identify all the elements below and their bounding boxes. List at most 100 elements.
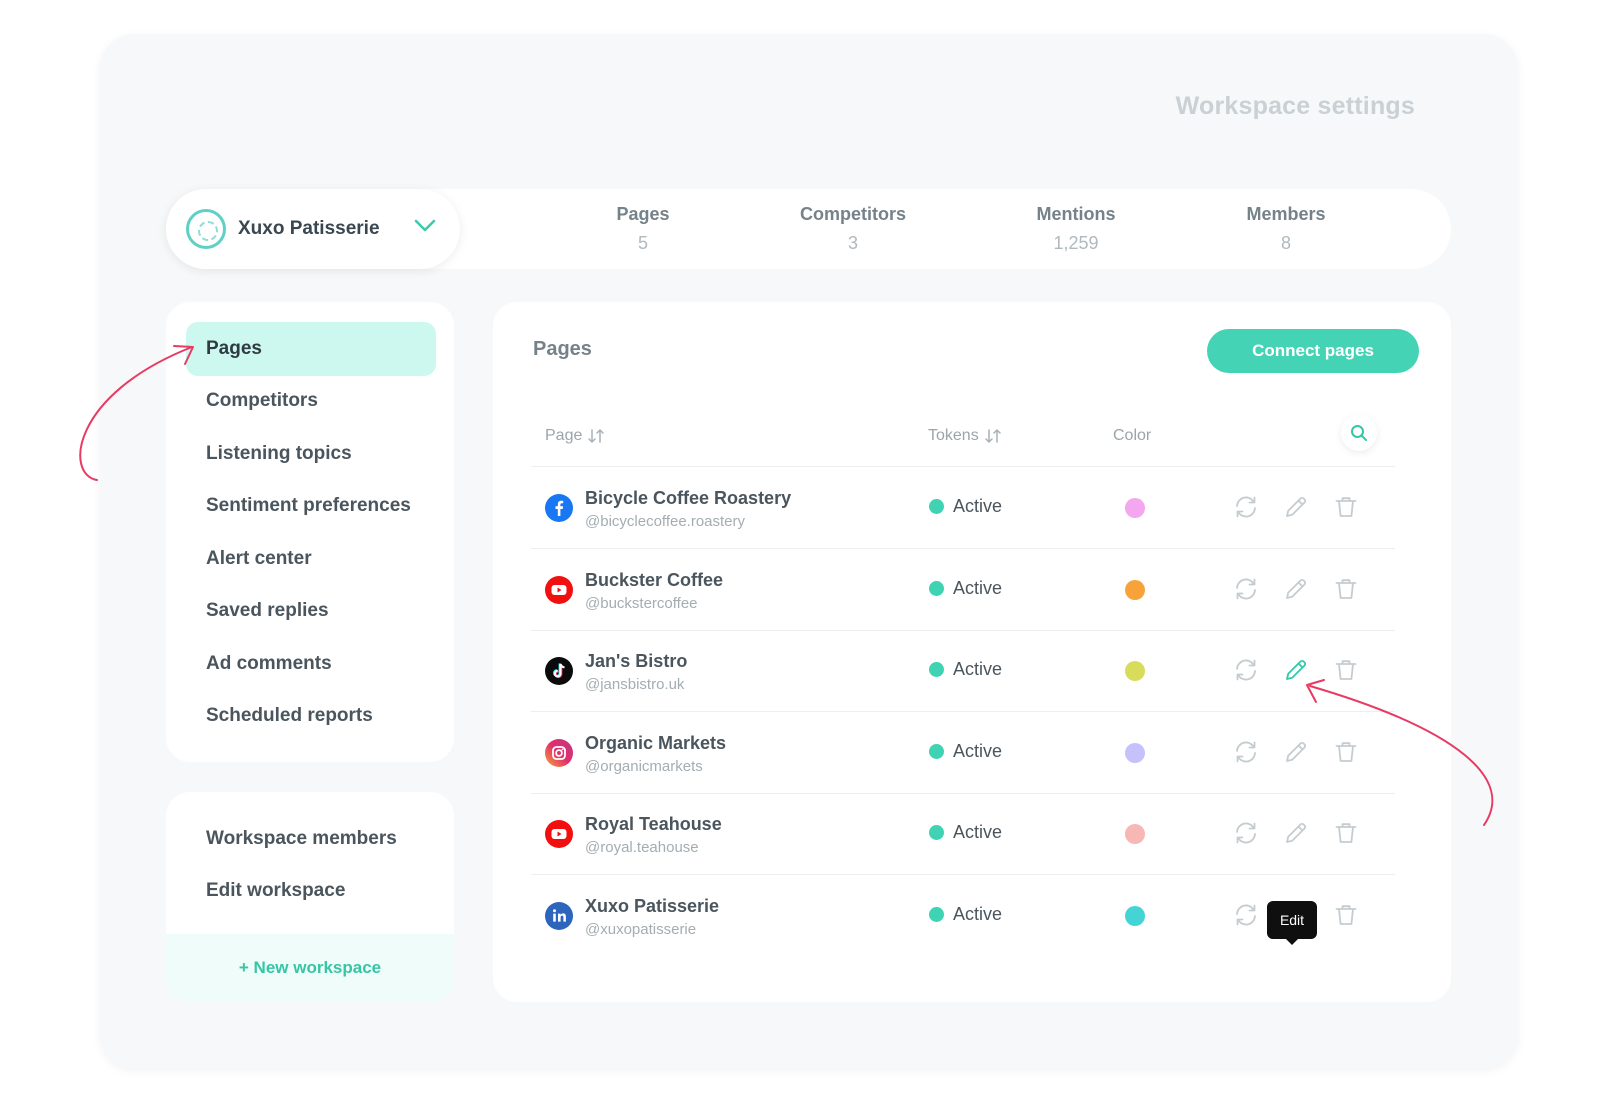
delete-button[interactable] — [1331, 818, 1361, 848]
table-row: Bicycle Coffee Roastery @bicyclecoffee.ro… — [531, 467, 1395, 549]
search-button[interactable] — [1341, 415, 1377, 451]
page-handle: @royal.teahouse — [585, 839, 699, 856]
status-label: Active — [953, 496, 1003, 516]
refresh-button[interactable] — [1231, 574, 1261, 604]
refresh-icon — [1236, 741, 1256, 762]
refresh-icon — [1236, 496, 1256, 518]
trash-icon — [1335, 904, 1357, 925]
linkedin-icon — [545, 901, 573, 930]
pencil-icon — [1286, 741, 1307, 762]
delete-button[interactable] — [1331, 655, 1361, 685]
facebook-icon — [545, 494, 573, 522]
refresh-button[interactable] — [1231, 737, 1261, 767]
page-handle: @xuxopatisserie — [585, 920, 697, 938]
refresh-button[interactable] — [1231, 492, 1261, 522]
edit-button[interactable] — [1281, 655, 1311, 685]
status-dot — [929, 662, 944, 677]
menu-item-workspace-members[interactable]: Workspace members — [186, 812, 436, 866]
connect-pages-button[interactable]: Connect pages — [1207, 329, 1419, 373]
color-swatch[interactable] — [1125, 579, 1145, 600]
status-label: Active — [953, 822, 1003, 842]
page-handle: @organicmarkets — [585, 757, 703, 775]
table-row: Royal Teahouse @royal.teahouse Active — [531, 793, 1395, 875]
status-dot — [929, 499, 944, 514]
pencil-icon — [1286, 822, 1307, 843]
status-badge: Active — [929, 496, 1002, 517]
delete-button[interactable] — [1331, 737, 1361, 767]
edit-button[interactable] — [1281, 492, 1311, 522]
color-swatch[interactable] — [1125, 905, 1145, 926]
status-dot — [929, 580, 944, 596]
tiktok-icon — [545, 657, 573, 685]
trash-icon — [1335, 660, 1357, 680]
edit-button[interactable] — [1281, 574, 1311, 604]
page-title: Workspace settings — [1175, 92, 1415, 120]
trash-icon — [1335, 823, 1357, 843]
refresh-button[interactable] — [1231, 818, 1261, 848]
menu-item-pages[interactable]: Pages — [186, 322, 436, 376]
status-dot — [929, 825, 944, 840]
settings-menu: Pages Competitors Listening topics Senti… — [166, 302, 454, 762]
page-handle: @jansbistro.uk — [585, 676, 685, 693]
settings-panel: Workspace settings Xuxo Patisserie Pages… — [100, 34, 1518, 1068]
page-handle: @bucks­tercoffee — [585, 594, 698, 612]
status-label: Active — [953, 659, 1003, 679]
chevron-down-icon — [414, 219, 436, 232]
search-icon — [1351, 425, 1367, 441]
delete-button[interactable] — [1331, 574, 1361, 604]
refresh-icon — [1236, 904, 1256, 925]
sort-icon — [984, 429, 1001, 443]
refresh-button[interactable] — [1231, 655, 1261, 685]
delete-button[interactable] — [1331, 492, 1361, 522]
column-header-color: Color — [1113, 427, 1152, 444]
workspace-selector[interactable]: Xuxo Patisserie — [166, 189, 460, 269]
menu-item-scheduled-reports[interactable]: Scheduled reports — [186, 689, 436, 743]
pages-panel: Pages Connect pages Page Tokens Color Bi… — [493, 302, 1451, 1002]
menu-item-alert-center[interactable]: Alert center — [186, 532, 436, 586]
refresh-icon — [1236, 578, 1256, 599]
status-label: Active — [953, 903, 1003, 924]
column-header-tokens[interactable]: Tokens — [928, 427, 1001, 445]
color-swatch[interactable] — [1125, 824, 1145, 844]
page-name: Organic Markets — [585, 732, 727, 753]
color-swatch[interactable] — [1125, 661, 1145, 681]
page-name: Xuxo Patisserie — [585, 895, 720, 916]
menu-item-ad-comments[interactable]: Ad comments — [186, 637, 436, 691]
instagram-icon — [545, 738, 573, 767]
new-workspace-button[interactable]: + New workspace — [166, 934, 454, 1002]
pencil-icon — [1286, 659, 1307, 680]
youtube-icon — [545, 820, 573, 848]
section-title: Pages — [533, 338, 592, 360]
table-row: Buckster Coffee @bucks­tercoffee Active — [531, 549, 1395, 631]
status-badge: Active — [929, 659, 1002, 680]
status-badge: Active — [929, 904, 1002, 925]
column-header-page[interactable]: Page — [545, 427, 605, 445]
menu-item-sentiment-preferences[interactable]: Sentiment preferences — [186, 479, 436, 533]
stat-competitors: Competitors 3 — [799, 204, 906, 253]
page-name: Jan's Bistro — [585, 651, 688, 671]
status-badge: Active — [929, 741, 1002, 762]
menu-item-edit-workspace[interactable]: Edit workspace — [186, 864, 436, 918]
color-swatch[interactable] — [1125, 498, 1145, 518]
sort-icon — [588, 429, 605, 443]
stat-mentions: Mentions 1,259 — [1036, 204, 1116, 253]
edit-button[interactable] — [1281, 818, 1311, 848]
pencil-icon — [1286, 496, 1307, 517]
trash-icon — [1335, 741, 1357, 762]
trash-icon — [1335, 497, 1357, 517]
color-swatch[interactable] — [1125, 742, 1145, 763]
stat-members: Members 8 — [1246, 204, 1326, 253]
page-name: Bicycle Coffee Roastery — [585, 488, 792, 508]
edit-button[interactable] — [1281, 737, 1311, 767]
menu-item-competitors[interactable]: Competitors — [186, 374, 436, 428]
delete-button[interactable] — [1331, 900, 1361, 930]
youtube-icon — [545, 575, 573, 604]
workspace-menu: Workspace members Edit workspace + New w… — [166, 792, 454, 1002]
stat-pages: Pages 5 — [616, 204, 670, 253]
menu-item-listening-topics[interactable]: Listening topics — [186, 427, 436, 481]
page-name: Royal Teahouse — [585, 814, 722, 834]
menu-item-saved-replies[interactable]: Saved replies — [186, 584, 436, 638]
refresh-button[interactable] — [1231, 900, 1261, 930]
status-dot — [929, 906, 944, 922]
table-row: Xuxo Patisserie @xuxopatisserie Active — [531, 875, 1395, 956]
